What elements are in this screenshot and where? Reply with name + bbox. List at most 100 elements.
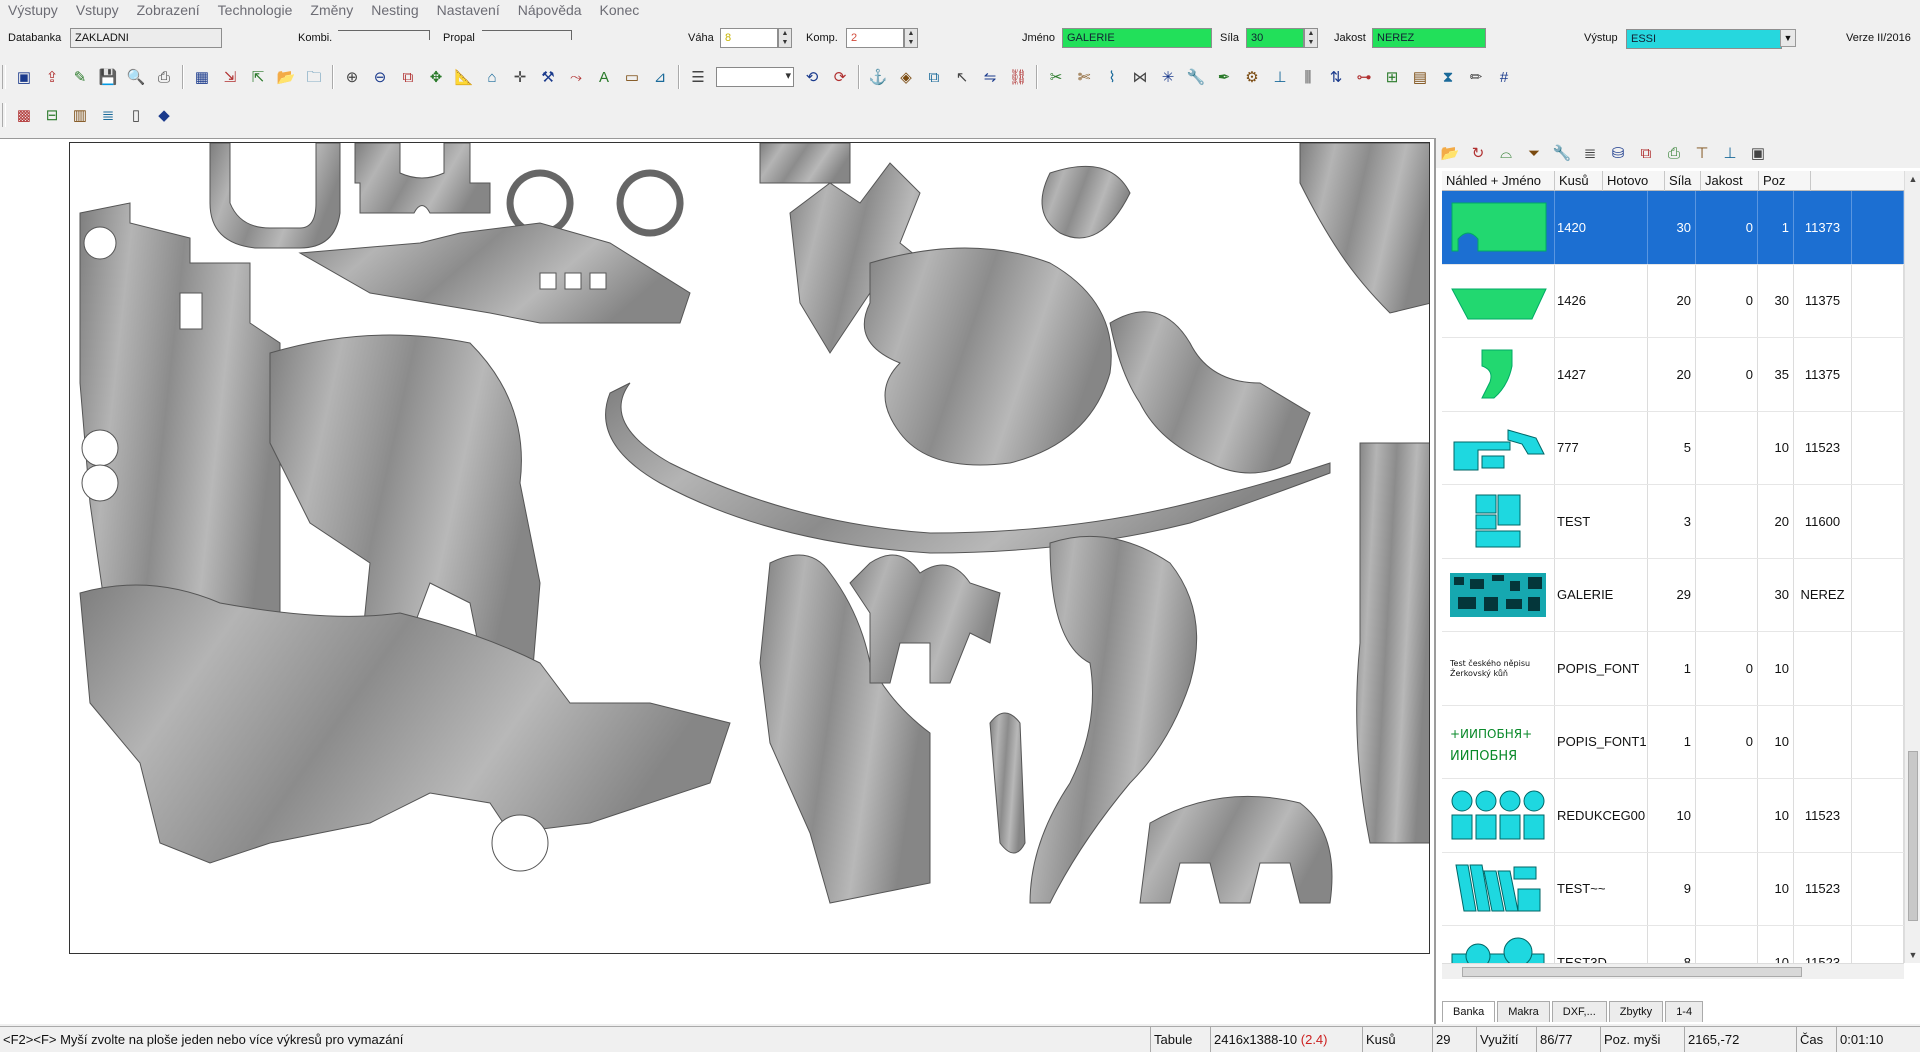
horizontal-scrollbar[interactable] — [1442, 963, 1904, 979]
tree-icon[interactable]: ⊤ — [1690, 141, 1714, 165]
propal-slider[interactable] — [482, 30, 572, 44]
vystup-select[interactable]: ESSI — [1626, 29, 1782, 49]
zoom-in-icon[interactable]: ⊕ — [340, 65, 364, 89]
scroll-down-icon[interactable]: ▼ — [1905, 947, 1920, 963]
home-icon[interactable]: ⌂ — [480, 65, 504, 89]
copy-icon[interactable]: ⧉ — [1634, 141, 1658, 165]
hash-icon[interactable]: # — [1492, 65, 1516, 89]
save-icon[interactable]: 💾 — [96, 65, 120, 89]
parts-icon[interactable]: ▥ — [68, 103, 92, 127]
settings-icon[interactable]: ⚙ — [1240, 65, 1264, 89]
komp-field[interactable]: 2 — [846, 28, 904, 48]
properties-icon[interactable]: ▣ — [12, 65, 36, 89]
print-icon[interactable]: ⎙ — [1662, 141, 1686, 165]
vystup-dropdown-arrow[interactable]: ▼ — [1780, 29, 1796, 47]
kombi-slider[interactable] — [338, 30, 430, 44]
open-icon[interactable]: 📂 — [274, 65, 298, 89]
text-icon[interactable]: A — [592, 65, 616, 89]
import-icon[interactable]: ⇲ — [218, 65, 242, 89]
explode-icon[interactable]: ✳ — [1156, 65, 1180, 89]
rotate-icon[interactable]: ⟲ — [800, 65, 824, 89]
column-header-0[interactable]: Náhled + Jméno — [1442, 171, 1555, 191]
column-header-5[interactable]: Poz — [1759, 171, 1811, 191]
database-icon[interactable]: ⛁ — [1606, 141, 1630, 165]
table-row[interactable]: TEST~~ 9 10 11523 — [1442, 852, 1904, 926]
column-header-2[interactable]: Hotovo — [1603, 171, 1665, 191]
tree2-icon[interactable]: ⊥ — [1718, 141, 1742, 165]
distribute-icon[interactable]: ⊞ — [1380, 65, 1404, 89]
pen-icon[interactable]: ✒ — [1212, 65, 1236, 89]
vaha-field[interactable]: 8 — [720, 28, 778, 48]
copy-icon[interactable]: ⧉ — [922, 65, 946, 89]
table-row[interactable]: 1427 20 0 35 11375 — [1442, 338, 1904, 412]
menu-item-3[interactable]: Technologie — [210, 0, 303, 20]
cut3-icon[interactable]: ⌇ — [1100, 65, 1124, 89]
tool-icon[interactable]: 🔧 — [1550, 141, 1574, 165]
sila-field[interactable]: 30 — [1246, 28, 1304, 48]
redo-icon[interactable]: ⟳ — [828, 65, 852, 89]
menu-item-7[interactable]: Nápověda — [510, 0, 592, 20]
folder-icon[interactable]: 🗀 — [302, 65, 326, 89]
scroll-up-icon[interactable]: ▲ — [1905, 171, 1920, 187]
scroll-thumb[interactable] — [1908, 751, 1918, 921]
table-row[interactable]: 1420 30 0 1 11373 — [1442, 191, 1904, 265]
menu-item-6[interactable]: Nastavení — [429, 0, 510, 20]
tab-3[interactable]: Zbytky — [1608, 1001, 1664, 1022]
menu-item-1[interactable]: Vstupy — [68, 0, 129, 20]
print-icon[interactable]: ⎙ — [152, 65, 176, 89]
nest-icon[interactable]: ⊟ — [40, 103, 64, 127]
cut-icon[interactable]: ✂ — [1044, 65, 1068, 89]
table-row[interactable]: 1426 20 0 30 11375 — [1442, 264, 1904, 338]
drawing-canvas[interactable] — [0, 138, 1434, 1024]
tag-icon[interactable]: ⊿ — [648, 65, 672, 89]
sheet-icon[interactable]: ▯ — [124, 103, 148, 127]
komp-stepper[interactable]: ▲ ▼ — [904, 28, 918, 48]
mirror2-icon[interactable]: ⧗ — [1436, 65, 1460, 89]
databanka-field[interactable]: ZAKLADNI — [70, 28, 222, 48]
grid-icon[interactable]: ▦ — [190, 65, 214, 89]
layer-combo[interactable] — [716, 67, 794, 87]
table-row[interactable]: REDUKCEG00 10 10 11523 — [1442, 779, 1904, 853]
anchor-icon[interactable]: ⚓ — [866, 65, 890, 89]
table-row[interactable]: +ИИПОБНЯ+ ИИПОБНЯ POPIS_FONT1 1 0 10 — [1442, 705, 1904, 779]
column-header-4[interactable]: Jakost — [1701, 171, 1759, 191]
zoom-window-icon[interactable]: ⧉ — [396, 65, 420, 89]
diamond-icon[interactable]: ◆ — [152, 103, 176, 127]
edit-icon[interactable]: ✎ — [68, 65, 92, 89]
cut2-icon[interactable]: ✄ — [1072, 65, 1096, 89]
align-icon[interactable]: ⊥ — [1268, 65, 1292, 89]
tab-1[interactable]: Makra — [1497, 1001, 1550, 1022]
table-row[interactable]: GALERIE 29 30 NEREZ — [1442, 558, 1904, 632]
filter-icon[interactable]: ⏷ — [1522, 141, 1546, 165]
menu-item-8[interactable]: Konec — [592, 0, 650, 20]
load-icon[interactable]: ⇪ — [40, 65, 64, 89]
refresh-icon[interactable]: ↻ — [1466, 141, 1490, 165]
glasses-icon[interactable]: ⌓ — [1494, 141, 1518, 165]
vertical-scrollbar[interactable]: ▲ ▼ — [1904, 171, 1920, 963]
table-row[interactable]: TEST3D 8 10 11523 — [1442, 926, 1904, 963]
vaha-stepper[interactable]: ▲ ▼ — [778, 28, 792, 48]
jmeno-field[interactable]: GALERIE — [1062, 28, 1212, 48]
list-icon[interactable]: ≣ — [96, 103, 120, 127]
pan-icon[interactable]: ✥ — [424, 65, 448, 89]
tab-0[interactable]: Banka — [1442, 1001, 1496, 1022]
layout-icon[interactable]: ▩ — [12, 103, 36, 127]
cursor-icon[interactable]: ↖ — [950, 65, 974, 89]
stack-icon[interactable]: ◈ — [894, 65, 918, 89]
measure-icon[interactable]: 📐 — [452, 65, 476, 89]
layers-icon[interactable]: ☰ — [686, 65, 710, 89]
menu-item-5[interactable]: Nesting — [363, 0, 428, 20]
open-icon[interactable]: 📂 — [1438, 141, 1462, 165]
menu-item-0[interactable]: Výstupy — [0, 0, 68, 20]
sila-stepper[interactable]: ▲ ▼ — [1304, 28, 1318, 48]
zoom-out-icon[interactable]: ⊖ — [368, 65, 392, 89]
column-icon[interactable]: ⫼ — [1296, 65, 1320, 89]
table-row[interactable]: Test českého něpisu Žerkovský kůň POPIS_FO… — [1442, 632, 1904, 706]
menu-item-2[interactable]: Zobrazení — [129, 0, 210, 20]
jakost-field[interactable]: NEREZ — [1372, 28, 1486, 48]
order-icon[interactable]: ⇅ — [1324, 65, 1348, 89]
link-icon[interactable]: ⛓ — [1006, 65, 1030, 89]
search-icon[interactable]: 🔍 — [124, 65, 148, 89]
tab-4[interactable]: 1-4 — [1665, 1001, 1704, 1022]
mirror-icon[interactable]: ⇋ — [978, 65, 1002, 89]
